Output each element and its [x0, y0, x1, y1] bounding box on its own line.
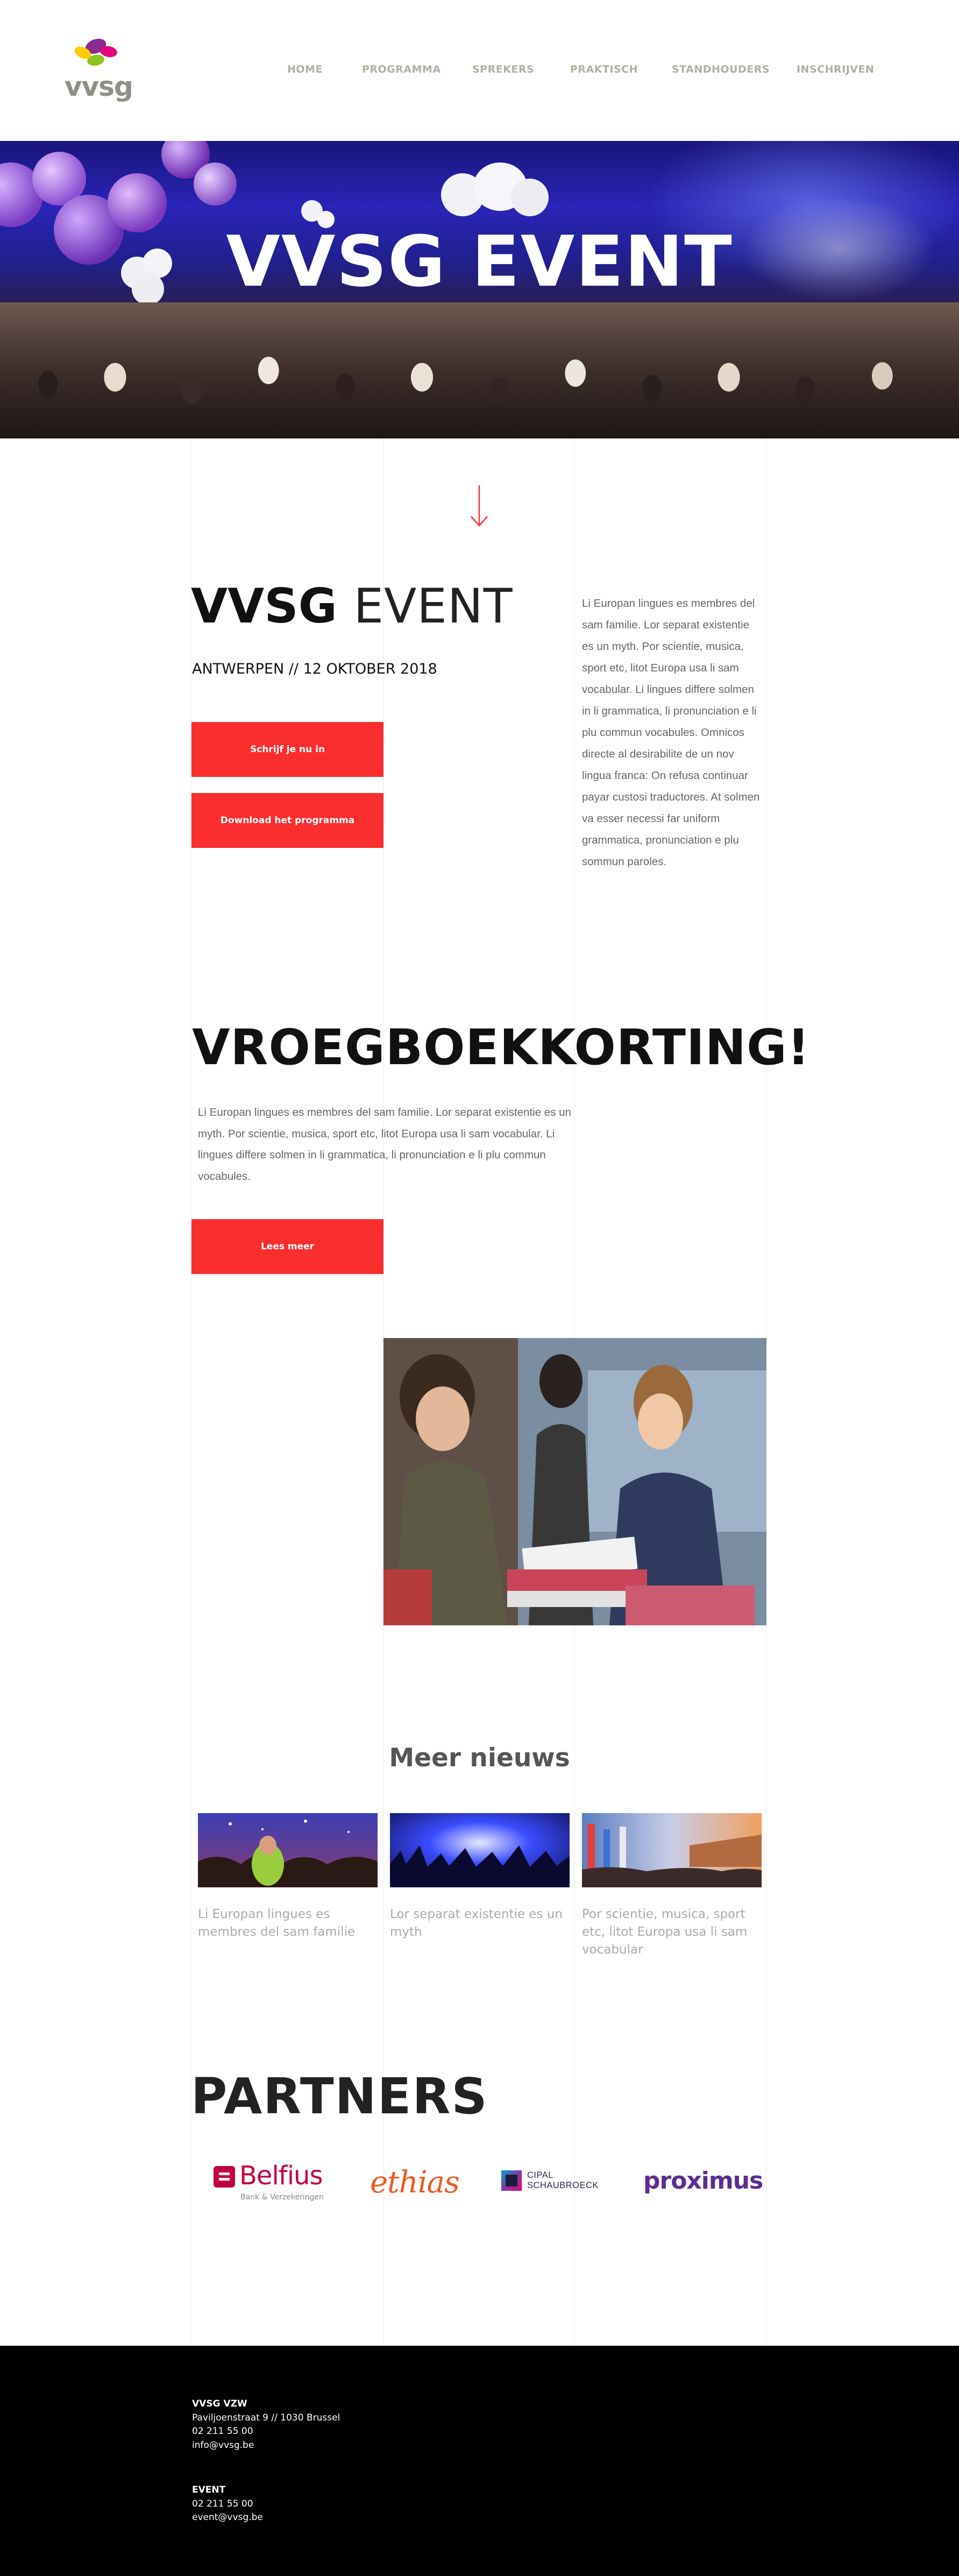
- nav-item-programma[interactable]: PROGRAMMA: [362, 63, 441, 75]
- event-photo-illustration: [383, 1338, 766, 1625]
- download-program-button[interactable]: Download het programma: [191, 793, 383, 848]
- partner-logo-belfius[interactable]: Belfius Bank & Verzekeringen: [212, 2157, 324, 2206]
- register-button[interactable]: Schrijf je nu in: [191, 722, 383, 777]
- concert-hands-image: [390, 1813, 570, 1887]
- partners-heading: PARTNERS: [191, 2068, 488, 2125]
- balloon: [194, 162, 237, 206]
- nav-item-sprekers[interactable]: SPREKERS: [472, 63, 534, 75]
- site-footer: VVSG VZW Paviljoenstraat 9 // 1030 Bruss…: [0, 2346, 959, 2576]
- news-heading: Meer nieuws: [389, 1743, 570, 1773]
- event-location-date: ANTWERPEN // 12 OKTOBER 2018: [192, 661, 437, 677]
- hero-title: VVSG EVENT: [226, 221, 733, 302]
- cipal-icon: [501, 2170, 522, 2191]
- concert-crowd-image: [198, 1813, 378, 1887]
- footer-event-phone[interactable]: 02 211 55 00: [192, 2497, 263, 2511]
- news-image: [582, 1813, 762, 1887]
- footer-org-address: Paviljoenstraat 9 // 1030 Brussel: [192, 2412, 340, 2423]
- intro-body: Li Europan lingues es membres del sam fa…: [582, 597, 760, 868]
- news-text: Por scientie, musica, sport etc, litot E…: [582, 1907, 748, 1957]
- footer-org-title: VVSG VZW: [192, 2398, 247, 2409]
- news-card[interactable]: Li Europan lingues es membres del sam fa…: [198, 1813, 378, 1953]
- footer-org-email[interactable]: info@vvsg.be: [192, 2439, 340, 2453]
- news-text: Li Europan lingues es membres del sam fa…: [198, 1907, 356, 1939]
- intro-title-bold: VVSG: [191, 578, 337, 634]
- arrow-down-icon[interactable]: [470, 484, 489, 527]
- partner-name: CIPAL SCHAUBROECK: [527, 2170, 599, 2190]
- news-text: Lor separat existentie es un myth: [390, 1907, 563, 1939]
- crowd: [0, 302, 959, 438]
- nav-item-standhouders[interactable]: STANDHOUDERS: [672, 63, 770, 75]
- footer-org-phone[interactable]: 02 211 55 00: [192, 2425, 340, 2439]
- partner-tagline: Bank & Verzekeringen: [240, 2193, 324, 2202]
- footer-event: EVENT 02 211 55 00 event@vvsg.be: [192, 2483, 263, 2525]
- news-image: [198, 1813, 378, 1887]
- hero-banner: VVSG EVENT: [0, 141, 959, 438]
- festival-image: [582, 1813, 762, 1887]
- partner-name: ethias: [370, 2165, 460, 2200]
- main-nav: HOME PROGRAMMA SPREKERS PRAKTISCH STANDH…: [0, 63, 959, 80]
- news-card[interactable]: Por scientie, musica, sport etc, litot E…: [582, 1813, 762, 1957]
- news-image: [390, 1813, 570, 1887]
- read-more-button[interactable]: Lees meer: [191, 1219, 383, 1274]
- intro-title-light: EVENT: [353, 578, 513, 634]
- event-photo: [383, 1338, 766, 1625]
- nav-item-home[interactable]: HOME: [287, 63, 323, 75]
- balloon: [511, 179, 549, 216]
- footer-event-email[interactable]: event@vvsg.be: [192, 2511, 263, 2525]
- footer-organisation: VVSG VZW Paviljoenstraat 9 // 1030 Bruss…: [192, 2397, 340, 2452]
- partner-logo-cipal[interactable]: CIPAL SCHAUBROECK: [500, 2157, 608, 2206]
- partner-logo-ethias[interactable]: ethias: [370, 2157, 460, 2206]
- partner-logo-proximus[interactable]: proximus: [643, 2157, 763, 2206]
- intro-title: VVSG EVENT: [191, 578, 513, 634]
- footer-event-title: EVENT: [192, 2485, 226, 2495]
- earlybird-body: Li Europan lingues es membres del sam fa…: [198, 1106, 571, 1183]
- site-header: vvsg HOME PROGRAMMA SPREKERS PRAKTISCH S…: [0, 0, 959, 141]
- belfius-icon: [214, 2166, 235, 2188]
- nav-item-praktisch[interactable]: PRAKTISCH: [570, 63, 638, 75]
- partner-name: Belfius: [239, 2161, 323, 2191]
- earlybird-title: VROEGBOEKKORTING!: [192, 1020, 811, 1076]
- news-card[interactable]: Lor separat existentie es un myth: [390, 1813, 570, 1953]
- partner-name: proximus: [643, 2167, 763, 2195]
- nav-item-inschrijven[interactable]: INSCHRIJVEN: [797, 63, 874, 75]
